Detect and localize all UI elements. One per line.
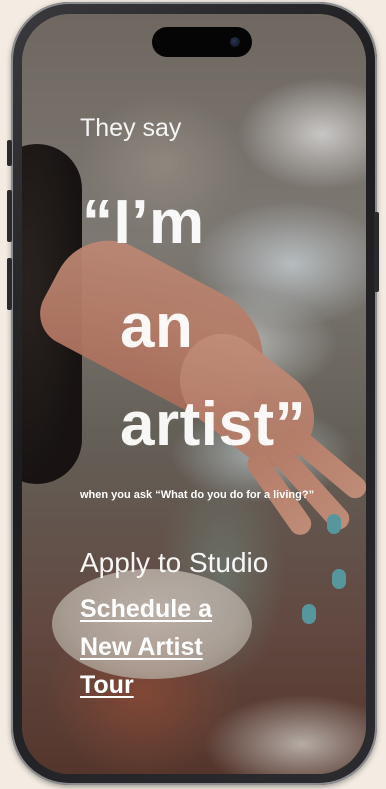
tour-link-line-3: Tour — [80, 671, 134, 699]
tour-link-line-2: New Artist — [80, 633, 203, 661]
mockup-stage: They say “I’m an artist” when you ask “W… — [0, 0, 386, 789]
hero-quote-line-2: an — [120, 292, 194, 361]
tour-link-line-1: Schedule a — [80, 595, 212, 623]
volume-up-button — [7, 190, 12, 242]
hero-content: They say “I’m an artist” when you ask “W… — [22, 14, 366, 774]
apply-to-studio-link[interactable]: Apply to Studio — [80, 547, 268, 579]
hero-subtitle: when you ask “What do you do for a livin… — [80, 489, 315, 501]
hero-intro: They say — [80, 114, 182, 142]
hero-quote-line-1: “I’m — [82, 188, 205, 257]
silent-switch — [7, 140, 12, 166]
volume-down-button — [7, 258, 12, 310]
hero-quote-line-3: artist” — [120, 390, 307, 459]
power-button — [374, 212, 379, 292]
phone-screen: They say “I’m an artist” when you ask “W… — [22, 14, 366, 774]
schedule-tour-link[interactable]: Schedule a New Artist Tour — [80, 590, 310, 704]
